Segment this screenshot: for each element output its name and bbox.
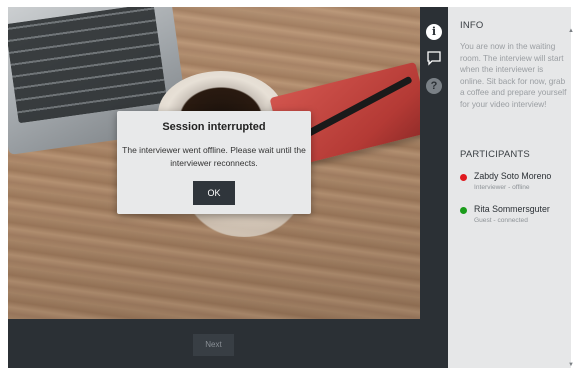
info-sidebar: INFO You are now in the waiting room. Th… [448,7,571,368]
participant-item: Rita Sommersguter Guest - connected [460,204,570,230]
dialog-title: Session interrupted [162,121,266,133]
sidebar-scrollbar[interactable]: ▲ ▼ [568,28,574,368]
laptop-keyboard [8,7,168,124]
dialog-message: The interviewer went offline. Please wai… [122,145,306,168]
interview-waiting-room: Session interrupted The interviewer went… [0,0,574,368]
waiting-room-info-text: You are now in the waiting room. The int… [460,42,567,109]
info-icon[interactable]: i [426,24,442,40]
info-section-title: INFO [460,20,484,31]
session-interrupted-dialog: Session interrupted The interviewer went… [117,111,311,214]
sidebar-icon-rail: i ? [420,7,448,368]
connected-status-dot [460,207,467,214]
participant-role: Guest - connected [474,217,528,224]
participants-section-title: PARTICIPANTS [460,149,530,160]
chat-icon-graphic [427,51,441,66]
next-button[interactable]: Next [193,334,234,356]
offline-status-dot [460,174,467,181]
chat-icon[interactable] [426,50,442,66]
ok-button[interactable]: OK [193,181,235,205]
video-stage: Session interrupted The interviewer went… [8,7,420,319]
participant-name: Rita Sommersguter [474,204,550,214]
participant-name: Zabdy Soto Moreno [474,171,552,181]
scroll-down-arrow-icon[interactable]: ▼ [568,362,574,368]
help-icon[interactable]: ? [426,78,442,94]
scroll-up-arrow-icon[interactable]: ▲ [568,28,574,34]
participant-role: Interviewer - offline [474,184,530,191]
bottom-bar: Next [8,319,420,368]
participant-item: Zabdy Soto Moreno Interviewer - offline [460,171,570,197]
